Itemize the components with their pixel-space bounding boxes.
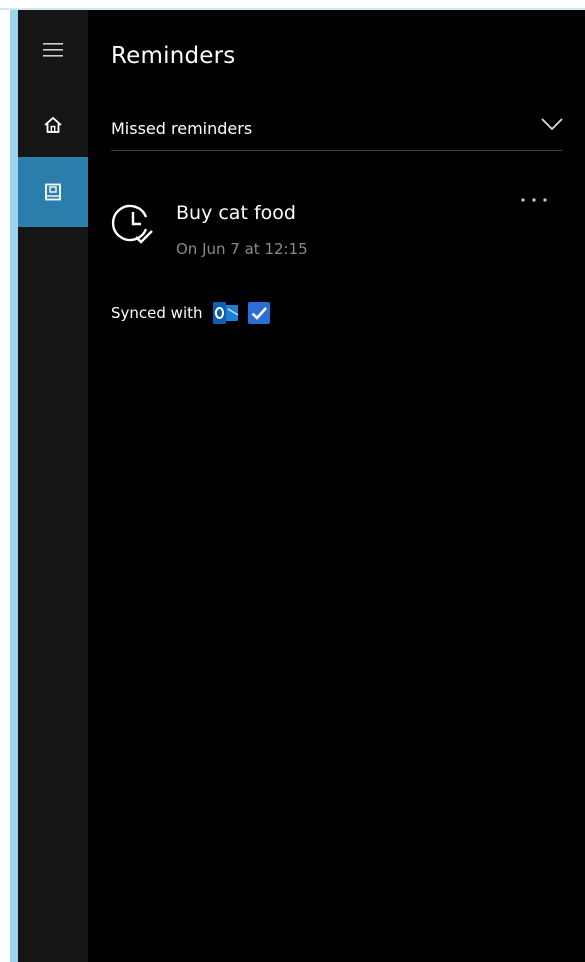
reminders-content: Reminders Missed reminders Buy cat food … xyxy=(88,10,585,962)
cortana-panel: Reminders Missed reminders Buy cat food … xyxy=(18,10,585,962)
reminder-title: Buy cat food xyxy=(176,202,296,224)
sync-label: Synced with xyxy=(111,304,203,322)
sync-checkbox[interactable] xyxy=(247,302,270,324)
page-title: Reminders xyxy=(111,43,236,69)
reminder-time: On Jun 7 at 12:15 xyxy=(176,240,308,258)
outlook-icon xyxy=(212,302,238,324)
app-window: Reminders Missed reminders Buy cat food … xyxy=(0,0,585,962)
missed-reminders-header[interactable]: Missed reminders xyxy=(111,113,563,151)
hamburger-menu-button[interactable] xyxy=(18,17,88,83)
home-icon xyxy=(44,116,62,133)
window-top-border xyxy=(0,0,585,10)
notebook-nav-button[interactable] xyxy=(18,157,88,227)
reminder-item[interactable]: Buy cat food On Jun 7 at 12:15 xyxy=(108,190,563,280)
more-options-button[interactable] xyxy=(516,188,552,212)
notebook-icon xyxy=(45,183,61,201)
sync-status-row: Synced with xyxy=(111,298,270,328)
hamburger-icon xyxy=(43,43,63,57)
navigation-rail xyxy=(18,10,88,962)
chevron-down-icon[interactable] xyxy=(541,117,563,131)
window-left-border xyxy=(10,10,18,962)
more-dots-icon xyxy=(521,198,547,202)
home-nav-button[interactable] xyxy=(18,90,88,160)
clock-check-icon xyxy=(111,204,153,244)
section-label: Missed reminders xyxy=(111,119,253,138)
